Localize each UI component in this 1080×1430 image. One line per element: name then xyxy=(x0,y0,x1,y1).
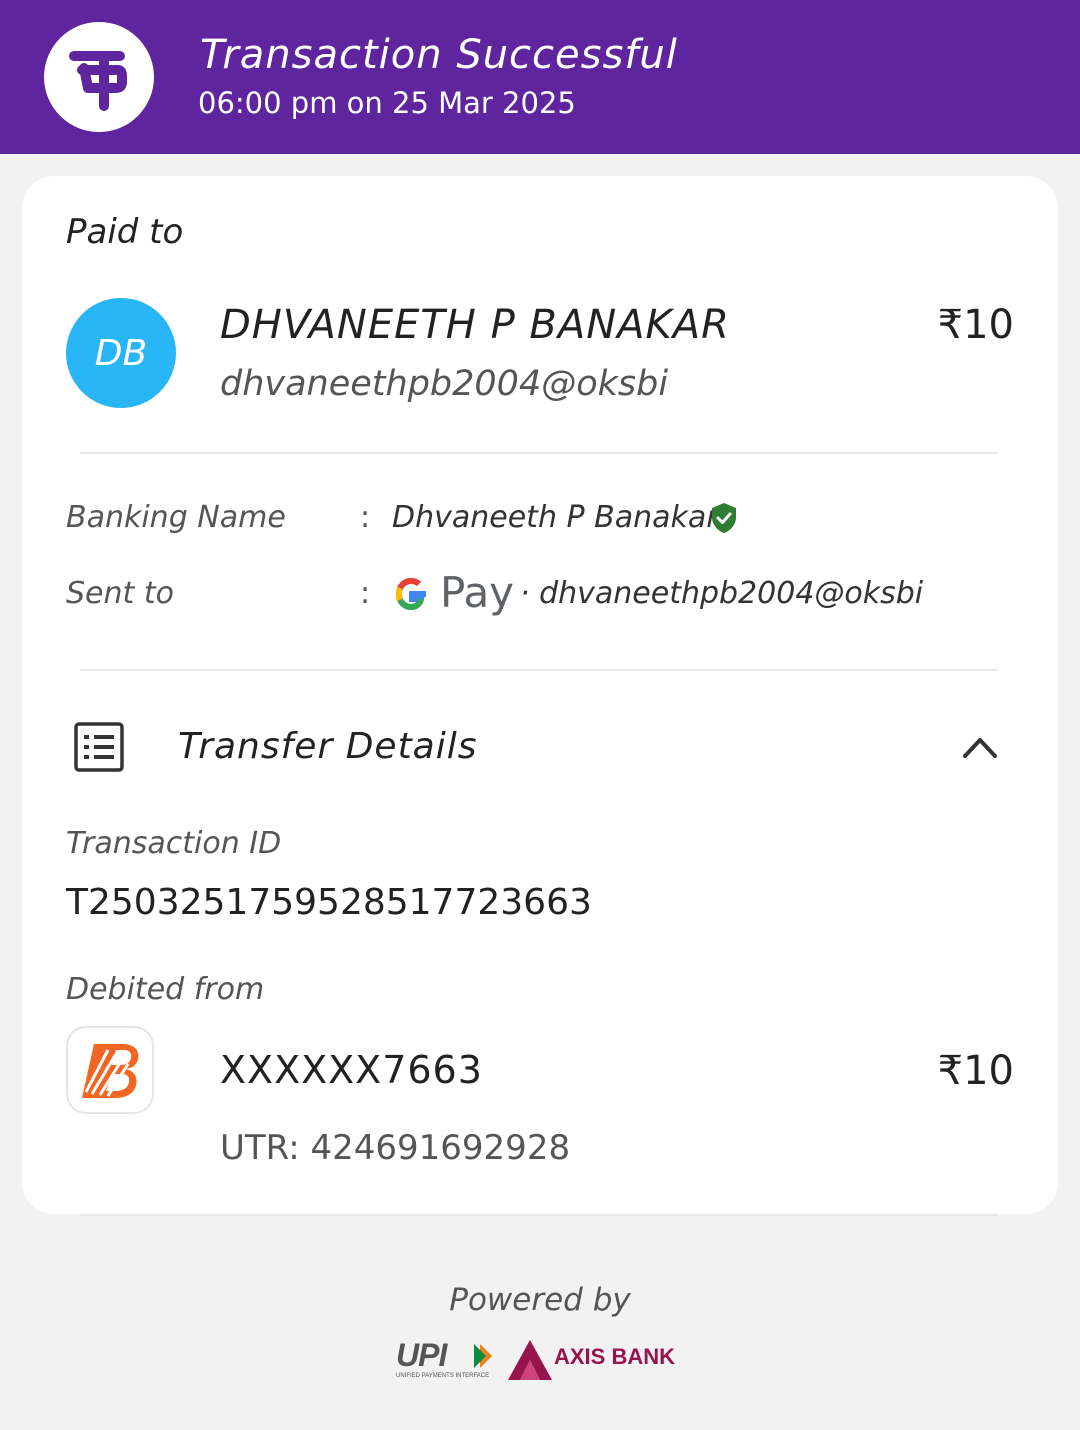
sent-to-label: Sent to xyxy=(66,576,174,611)
paid-amount: ₹10 xyxy=(937,302,1014,348)
upi-tagline-text: UNIFIED PAYMENTS INTERFACE xyxy=(396,1373,489,1379)
utr-number[interactable]: UTR: 424691692928 xyxy=(220,1128,570,1168)
transaction-card: Paid to DB DHVANEETH P BANAKAR dhvaneeth… xyxy=(22,176,1058,1216)
paid-to-label: Paid to xyxy=(66,212,184,252)
header-bar: Transaction Successful 06:00 pm on 25 Ma… xyxy=(0,0,1080,154)
google-pay-label: Pay xyxy=(440,568,515,617)
upi-logo-text: UPI xyxy=(396,1337,448,1373)
axis-bank-text: AXIS BANK xyxy=(554,1344,675,1369)
account-number: XXXXXX7663 xyxy=(220,1048,483,1092)
document-list-icon xyxy=(74,722,124,772)
transaction-status-title: Transaction Successful xyxy=(200,32,678,78)
transaction-id-label: Transaction ID xyxy=(66,826,282,861)
phonepe-logo-icon xyxy=(44,22,154,132)
divider xyxy=(80,452,998,454)
transaction-id-value[interactable]: T2503251759528517723663 xyxy=(66,882,592,923)
debited-from-label: Debited from xyxy=(66,972,265,1007)
payee-vpa: dhvaneethpb2004@oksbi xyxy=(220,364,669,404)
transfer-details-title[interactable]: Transfer Details xyxy=(178,726,478,767)
chevron-up-icon[interactable] xyxy=(962,734,998,760)
sent-to-vpa: · dhvaneethpb2004@oksbi xyxy=(520,576,924,611)
transaction-timestamp: 06:00 pm on 25 Mar 2025 xyxy=(198,86,576,120)
payee-avatar: DB xyxy=(66,298,176,408)
colon-separator: : xyxy=(360,576,371,611)
powered-by-label: Powered by xyxy=(449,1282,631,1318)
debited-amount: ₹10 xyxy=(937,1048,1014,1094)
colon-separator: : xyxy=(360,500,371,535)
verified-shield-icon xyxy=(712,503,736,533)
axis-bank-logo-icon: AXIS BANK xyxy=(508,1340,675,1380)
avatar-initials: DB xyxy=(94,332,148,374)
divider xyxy=(80,1214,998,1216)
banking-name-value: Dhvaneeth P Banakar xyxy=(392,500,719,535)
divider xyxy=(80,669,998,671)
payee-name: DHVANEETH P BANAKAR xyxy=(220,302,730,348)
banking-name-label: Banking Name xyxy=(66,500,286,535)
bank-of-baroda-logo-icon xyxy=(66,1026,154,1114)
upi-logo-icon: UPI UNIFIED PAYMENTS INTERFACE xyxy=(396,1337,492,1379)
